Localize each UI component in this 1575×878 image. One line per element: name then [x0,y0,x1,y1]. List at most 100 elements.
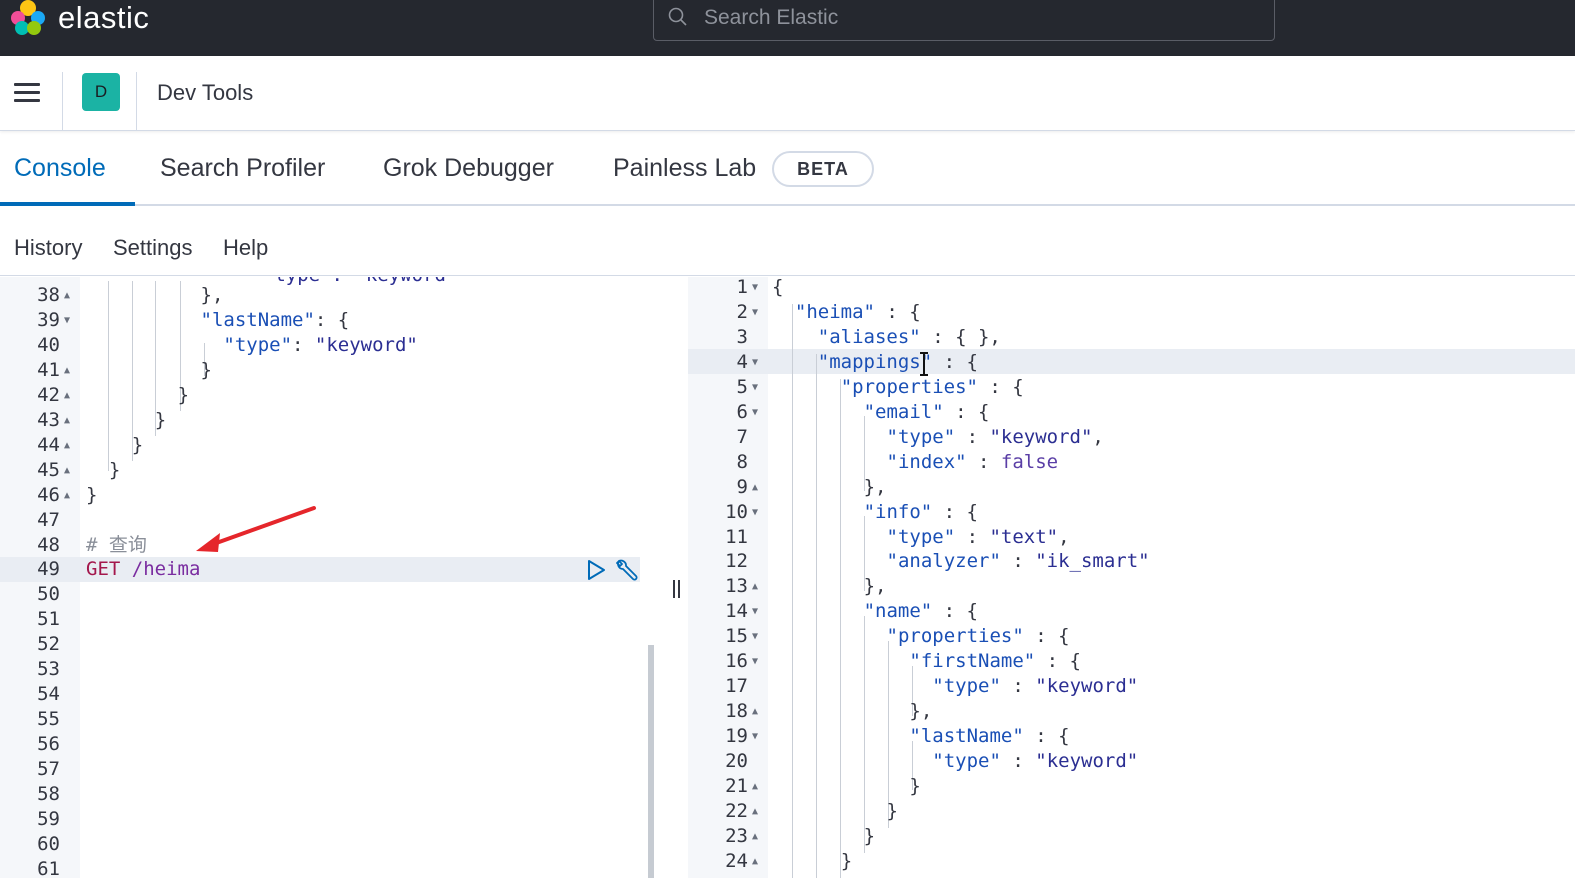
fold-arrow-up-icon[interactable]: ▲ [752,799,758,824]
fold-arrow-down-icon[interactable]: ▼ [752,277,758,300]
code-line: 11 "type" : "text", [688,525,1575,550]
help-link[interactable]: Help [223,234,268,262]
code-line: 24 ▲} [688,849,1575,874]
elastic-logo-icon[interactable] [8,0,48,36]
fold-arrow-down-icon[interactable]: ▼ [752,300,758,325]
fold-arrow-down-icon[interactable]: ▼ [752,375,758,400]
fold-arrow-up-icon[interactable]: ▲ [752,774,758,799]
fold-arrow-down-icon[interactable]: ▼ [752,599,758,624]
scrollbar[interactable] [648,645,654,878]
code-text: "mappings" : { [817,350,978,373]
fold-arrow-down-icon[interactable]: ▼ [752,350,758,375]
fold-arrow-up-icon[interactable]: ▲ [64,483,70,508]
line-number: 53 [37,658,60,681]
wrench-icon[interactable] [613,558,639,584]
line-number: 45 [37,458,60,481]
code-line: 2 ▼ "heima" : { [688,300,1575,325]
text-cursor-icon [920,352,928,376]
code-line: 12 "analyzer" : "ik_smart" [688,549,1575,574]
fold-arrow-up-icon[interactable]: ▲ [752,699,758,724]
search-placeholder: Search Elastic [704,6,839,29]
line-number: 58 [37,783,60,805]
line-number: 48 [37,533,60,556]
code-text: "type" : "text", [886,525,1070,548]
resize-handle[interactable] [673,580,680,598]
fold-arrow-down-icon[interactable]: ▼ [752,649,758,674]
fold-arrow-up-icon[interactable]: ▲ [752,574,758,599]
settings-link[interactable]: Settings [113,234,193,262]
search-input[interactable]: Search Elastic [653,0,1275,41]
fold-arrow-down-icon[interactable]: ▼ [64,308,70,333]
line-number: 49 [37,558,60,581]
code-line: 14 ▼ "name" : { [688,599,1575,624]
request-editor[interactable]: "type": "keyword" 38▲},39▼"lastName": {4… [0,277,640,878]
fold-arrow-up-icon[interactable]: ▲ [64,458,70,483]
code-text: } [108,458,121,481]
line-number: 16 [725,650,748,673]
code-text: { [772,277,784,298]
fold-arrow-down-icon[interactable]: ▼ [752,500,758,525]
beta-badge: BETA [772,151,874,187]
code-line: 43 ▲} [0,408,640,433]
line-number: 4 [736,350,748,373]
line-number: 3 [736,325,748,348]
code-line: 50 [0,582,640,607]
fold-arrow-up-icon[interactable]: ▲ [64,358,70,383]
code-line: 18 ▲}, [688,699,1575,724]
code-text: } [840,849,853,872]
line-number: 20 [725,750,748,773]
code-line: 23 ▲} [688,824,1575,849]
line-number: 19 [725,725,748,748]
line-number: 46 [37,483,60,506]
space-avatar[interactable]: D [82,73,120,111]
code-line: 45 ▲} [0,458,640,483]
line-number: 59 [37,807,60,830]
code-line: 38 ▲}, [0,283,640,308]
line-number: 5 [736,375,748,398]
line-number: 57 [37,758,60,781]
code-line: 1 ▼ { [688,277,1575,300]
tab-painless-lab[interactable]: Painless Lab [613,151,756,185]
fold-arrow-up-icon[interactable]: ▲ [64,408,70,433]
fold-arrow-down-icon[interactable]: ▼ [752,624,758,649]
line-number: 18 [725,700,748,723]
line-number: 38 [37,284,60,306]
code-text: "aliases" : { }, [817,325,1001,348]
tab-search-profiler[interactable]: Search Profiler [160,151,325,185]
code-line: 48 # 查询 [0,533,640,558]
fold-arrow-down-icon[interactable]: ▼ [752,400,758,425]
code-text: # 查询 [86,533,147,556]
fold-arrow-up-icon[interactable]: ▲ [64,433,70,458]
code-line: 3 "aliases" : { }, [688,325,1575,350]
fold-arrow-up-icon[interactable]: ▲ [64,283,70,308]
line-number: 42 [37,383,60,406]
line-number: 23 [725,824,748,847]
play-icon[interactable] [585,559,607,581]
code-line: 54 [0,682,640,707]
tab-console[interactable]: Console [14,151,106,185]
line-number: 40 [37,333,60,356]
code-text: "email" : { [863,400,990,423]
fold-arrow-down-icon[interactable]: ▼ [752,724,758,749]
history-link[interactable]: History [14,234,82,262]
code-line: 13 ▲}, [688,574,1575,599]
code-line: 52 [0,632,640,657]
code-text: } [86,483,98,506]
line-number: 51 [37,608,60,631]
code-line: 57 [0,757,640,782]
fold-arrow-up-icon[interactable]: ▲ [752,824,758,849]
code-text: }, [200,284,224,306]
response-viewer[interactable]: 1 ▼{2 ▼ "heima" : {3 "aliases" : { }, 4 ▼ "mapp… [688,277,1575,878]
code-text: }, [863,575,887,598]
code-text: "heima" : { [794,300,921,323]
tab-grok-debugger[interactable]: Grok Debugger [383,151,554,185]
line-number: 47 [37,508,60,531]
fold-arrow-up-icon[interactable]: ▲ [752,849,758,874]
code-line: 7 "type" : "keyword", [688,425,1575,450]
fold-arrow-up-icon[interactable]: ▲ [64,383,70,408]
hamburger-menu-icon[interactable] [14,83,40,103]
line-number: 41 [37,358,60,381]
fold-arrow-up-icon[interactable]: ▲ [752,475,758,500]
code-line: 44 ▲} [0,433,640,458]
code-text: "info" : { [863,500,978,523]
